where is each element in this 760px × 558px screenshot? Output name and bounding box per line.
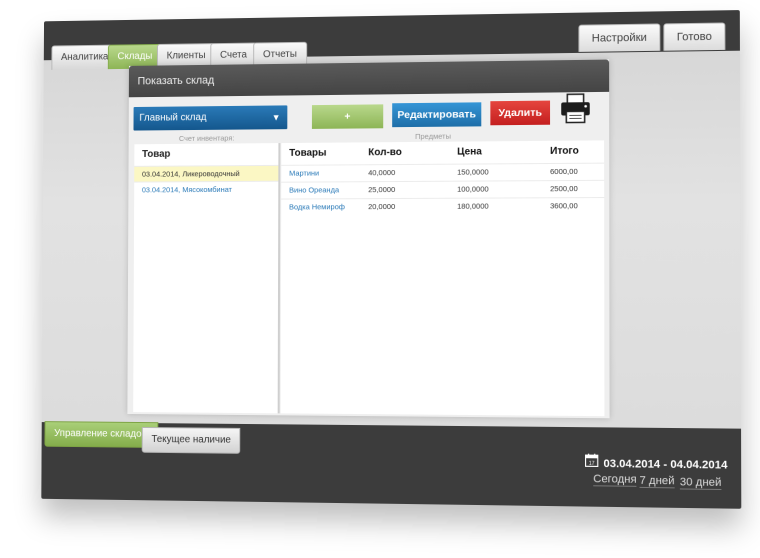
date-range-label[interactable]: 03.04.2014 - 04.04.2014 xyxy=(603,458,727,472)
tab-current-stock[interactable]: Текущее наличие xyxy=(142,427,241,454)
delete-button[interactable]: Удалить xyxy=(490,101,550,126)
cell-qty: 25,0000 xyxy=(368,182,395,198)
cell-item-name: Мартини xyxy=(289,166,319,182)
cell-total: 6000,00 xyxy=(550,164,578,180)
done-button[interactable]: Готово xyxy=(663,22,725,50)
quick-range-7-days[interactable]: 7 дней xyxy=(639,475,674,489)
svg-text:17: 17 xyxy=(589,461,595,467)
cell-item-name: Водка Немироф xyxy=(289,199,345,215)
panel-title: Показать склад xyxy=(129,60,609,98)
inventory-list: Товар 03.04.2014, Ликероводочный 03.04.2… xyxy=(133,143,280,413)
chevron-down-icon: ▼ xyxy=(272,105,281,129)
warehouse-select-value: Главный склад xyxy=(139,112,206,123)
cell-total: 2500,00 xyxy=(550,181,578,197)
cell-price: 180,0000 xyxy=(457,199,489,215)
items-table: Товары Кол-во Цена Итого Мартини 40,0000… xyxy=(281,140,605,416)
app-window: Аналитика Склады Клиенты Счета Отчеты На… xyxy=(9,0,760,558)
cell-qty: 40,0000 xyxy=(368,165,395,181)
cell-qty: 20,0000 xyxy=(368,199,395,215)
cell-price: 100,0000 xyxy=(457,181,489,197)
list-item[interactable]: 03.04.2014, Ликероводочный xyxy=(134,165,278,182)
warehouse-select[interactable]: Главный склад ▼ xyxy=(133,105,287,130)
inventory-list-header: Товар xyxy=(134,143,278,166)
column-header-qty: Кол-во xyxy=(368,142,402,164)
quick-range-today[interactable]: Сегодня xyxy=(593,473,636,487)
cell-price: 150,0000 xyxy=(457,164,489,180)
column-header-items: Товары xyxy=(289,143,326,165)
add-button[interactable]: + xyxy=(312,104,383,129)
printer-icon[interactable] xyxy=(559,92,592,125)
quick-range-30-days[interactable]: 30 дней xyxy=(680,476,722,490)
cell-total: 3600,00 xyxy=(550,198,578,214)
calendar-icon[interactable]: 17 xyxy=(585,454,598,467)
column-header-total: Итого xyxy=(550,141,579,163)
table-row[interactable]: Вино Ореанда 25,0000 100,0000 2500,00 xyxy=(281,180,604,199)
inventory-caption: Счет инвентаря: xyxy=(179,134,234,143)
column-header-price: Цена xyxy=(457,141,482,163)
settings-button[interactable]: Настройки xyxy=(578,23,660,51)
cell-item-name: Вино Ореанда xyxy=(289,182,339,198)
table-row[interactable]: Водка Немироф 20,0000 180,0000 3600,00 xyxy=(281,197,604,215)
warehouse-panel: Показать склад Главный склад ▼ Счет инве… xyxy=(127,60,609,419)
table-header: Товары Кол-во Цена Итого xyxy=(281,140,604,164)
table-row[interactable]: Мартини 40,0000 150,0000 6000,00 xyxy=(281,163,604,182)
items-caption: Предметы xyxy=(415,132,451,141)
panel-body: Главный склад ▼ Счет инвентаря: + Редакт… xyxy=(127,92,609,418)
edit-button[interactable]: Редактировать xyxy=(392,102,481,127)
list-item[interactable]: 03.04.2014, Мясокомбинат xyxy=(134,181,278,198)
